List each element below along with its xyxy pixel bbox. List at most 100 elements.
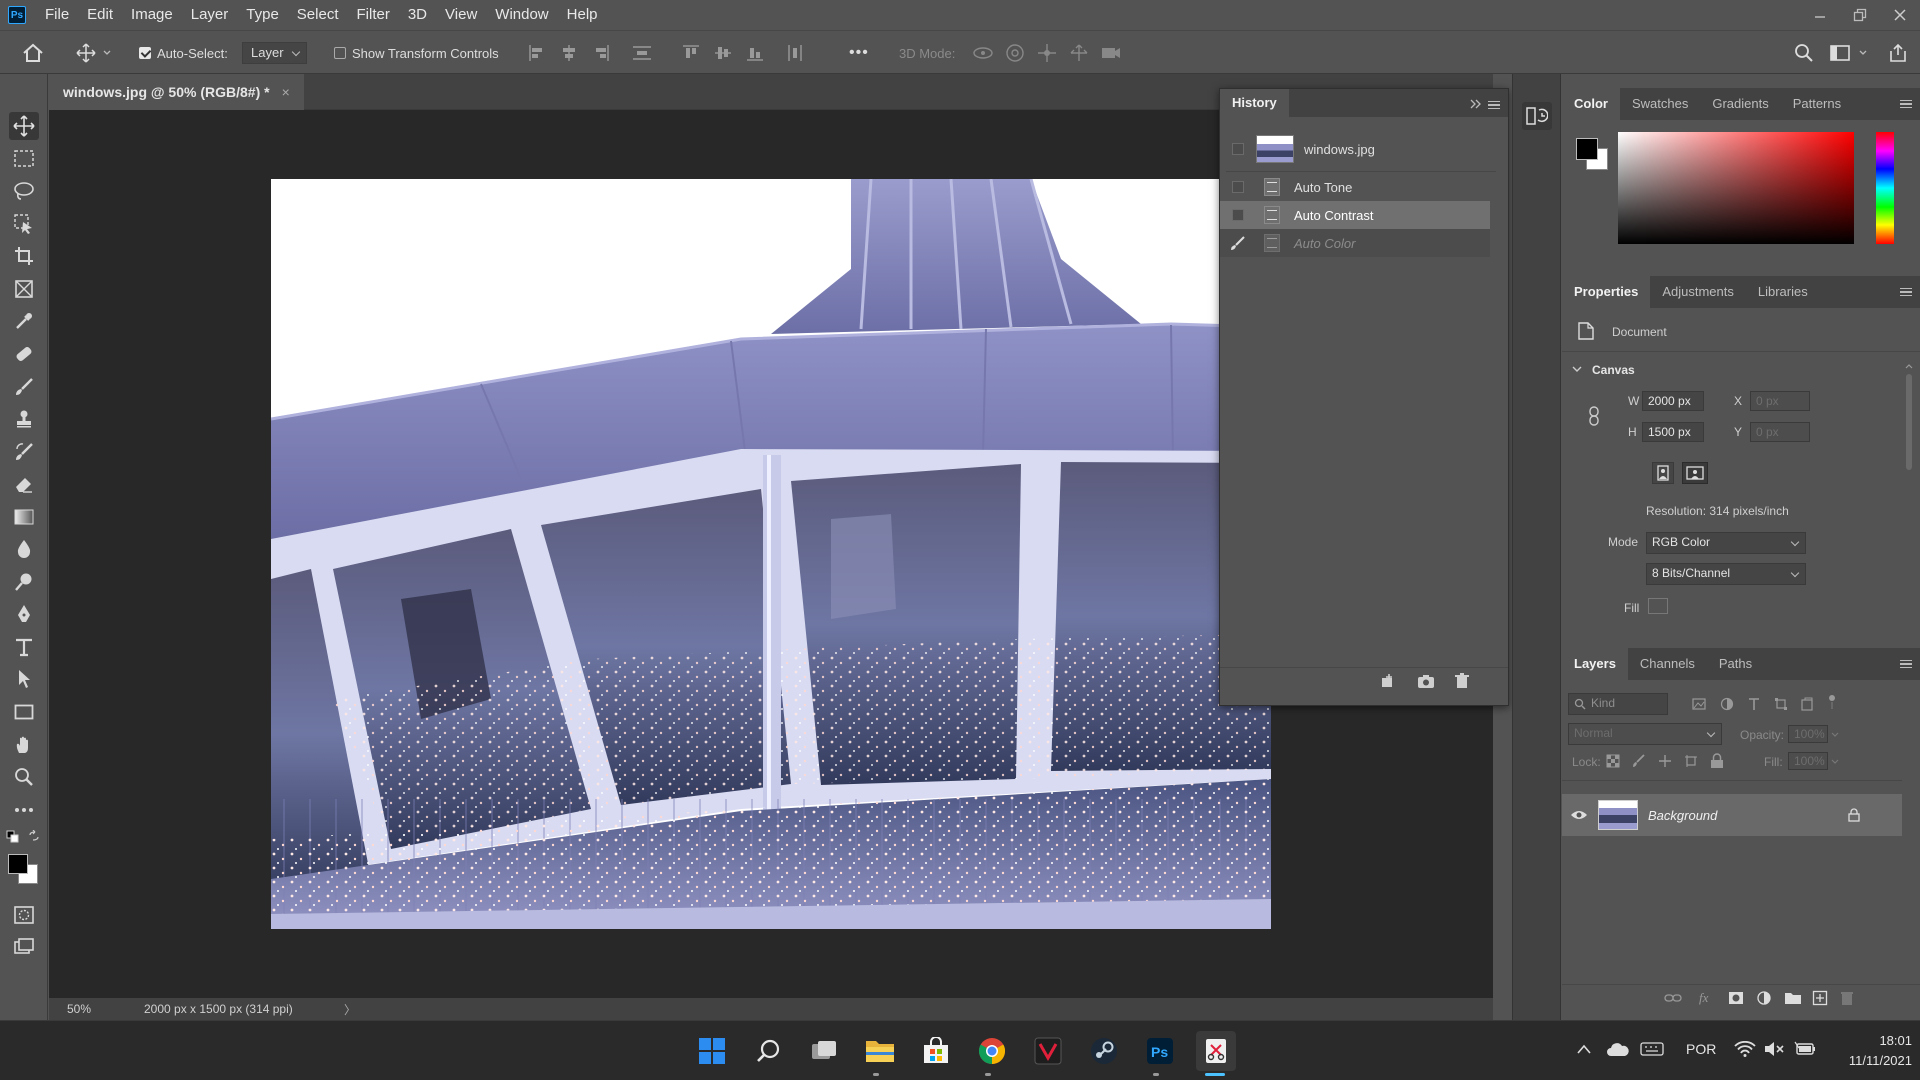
wifi-icon[interactable]: [1734, 1041, 1756, 1057]
workspace-button[interactable]: [1830, 31, 1868, 75]
filter-toggle-icon[interactable]: [1828, 694, 1836, 710]
menu-edit[interactable]: Edit: [78, 0, 122, 30]
color-saturation-field[interactable]: [1618, 132, 1854, 244]
new-group-icon[interactable]: [1784, 990, 1802, 1006]
lock-position-icon[interactable]: [1658, 754, 1672, 768]
panel-menu-icon[interactable]: [1900, 100, 1912, 108]
panel-menu-icon[interactable]: [1488, 101, 1500, 109]
eyedropper-tool[interactable]: [9, 307, 39, 335]
dodge-tool[interactable]: [9, 568, 39, 596]
object-selection-tool[interactable]: [9, 210, 39, 238]
tab-channels[interactable]: Channels: [1628, 648, 1707, 680]
start-button[interactable]: [692, 1031, 732, 1071]
portrait-orientation-button[interactable]: [1652, 462, 1674, 484]
align-center-h-icon[interactable]: [560, 44, 578, 62]
layer-name[interactable]: Background: [1648, 808, 1848, 823]
align-top-icon[interactable]: [682, 44, 700, 62]
landscape-orientation-button[interactable]: [1682, 462, 1708, 484]
clone-stamp-tool[interactable]: [9, 405, 39, 433]
gradient-tool[interactable]: [9, 503, 39, 531]
crop-tool[interactable]: [9, 242, 39, 270]
history-brush-source-checkbox[interactable]: [1232, 209, 1244, 221]
chevron-down-icon[interactable]: [1572, 364, 1582, 374]
quick-mask-button[interactable]: [9, 901, 39, 929]
tab-paths[interactable]: Paths: [1707, 648, 1764, 680]
screen-mode-button[interactable]: [9, 933, 39, 961]
frame-tool[interactable]: [9, 275, 39, 303]
minimize-button[interactable]: [1800, 0, 1840, 30]
marquee-tool[interactable]: [9, 145, 39, 173]
menu-image[interactable]: Image: [122, 0, 182, 30]
menu-type[interactable]: Type: [237, 0, 288, 30]
history-state-selected[interactable]: Auto Contrast: [1220, 201, 1490, 229]
add-mask-icon[interactable]: [1728, 990, 1744, 1006]
clock-time[interactable]: 18:01: [1836, 1033, 1912, 1048]
menu-filter[interactable]: Filter: [348, 0, 399, 30]
foreground-color-swatch[interactable]: [8, 854, 28, 874]
fx-icon[interactable]: fx: [1698, 990, 1714, 1006]
swap-colors-icon[interactable]: [28, 830, 40, 842]
trash-icon[interactable]: [1454, 673, 1470, 689]
tab-swatches[interactable]: Swatches: [1620, 88, 1700, 120]
canvas-image[interactable]: [271, 179, 1271, 929]
adjustment-layer-icon[interactable]: [1756, 990, 1772, 1006]
close-tab-button[interactable]: ×: [282, 84, 290, 100]
eraser-tool[interactable]: [9, 470, 39, 498]
healing-brush-tool[interactable]: [9, 340, 39, 368]
edit-toolbar-button[interactable]: [9, 796, 39, 824]
zoom-tool[interactable]: [9, 763, 39, 791]
lock-image-icon[interactable]: [1632, 754, 1646, 768]
link-layers-icon[interactable]: [1664, 992, 1682, 1004]
history-state-undone[interactable]: Auto Color: [1220, 229, 1490, 257]
menu-help[interactable]: Help: [558, 0, 607, 30]
taskbar-steam[interactable]: [1084, 1031, 1124, 1071]
brush-tool[interactable]: [9, 373, 39, 401]
zoom-level[interactable]: 50%: [67, 1002, 127, 1016]
default-colors-icon[interactable]: [6, 830, 20, 844]
align-right-icon[interactable]: [592, 44, 610, 62]
panel-menu-icon[interactable]: [1900, 288, 1912, 296]
collapse-icon[interactable]: [1470, 99, 1482, 109]
pen-tool[interactable]: [9, 600, 39, 628]
tab-layers[interactable]: Layers: [1562, 648, 1628, 680]
document-tab[interactable]: windows.jpg @ 50% (RGB/8#) * ×: [49, 74, 304, 110]
distribute-v-icon[interactable]: [786, 44, 804, 62]
tab-libraries[interactable]: Libraries: [1746, 276, 1820, 308]
share-button[interactable]: [1888, 31, 1908, 75]
history-dock-button[interactable]: [1522, 102, 1552, 130]
new-layer-icon[interactable]: [1812, 990, 1828, 1006]
3d-pan-icon[interactable]: [1036, 43, 1058, 63]
3d-camera-icon[interactable]: [1100, 43, 1122, 63]
align-bottom-icon[interactable]: [746, 44, 764, 62]
menu-file[interactable]: File: [36, 0, 78, 30]
align-middle-v-icon[interactable]: [714, 44, 732, 62]
canvas-section-title[interactable]: Canvas: [1592, 363, 1635, 377]
taskbar-microsoft-store[interactable]: [916, 1031, 956, 1071]
menu-view[interactable]: View: [436, 0, 486, 30]
menu-layer[interactable]: Layer: [182, 0, 238, 30]
battery-icon[interactable]: [1794, 1040, 1816, 1058]
taskbar-search-button[interactable]: [748, 1031, 788, 1071]
filter-pixel-icon[interactable]: [1692, 698, 1706, 710]
move-tool[interactable]: [9, 112, 39, 140]
language-indicator[interactable]: POR: [1686, 1041, 1716, 1057]
canvas-height-field[interactable]: 1500 px: [1642, 422, 1704, 442]
tab-properties[interactable]: Properties: [1562, 276, 1651, 308]
history-brush-source-icon[interactable]: [1230, 235, 1246, 251]
shape-tool[interactable]: [9, 698, 39, 726]
taskbar-file-explorer[interactable]: [860, 1031, 900, 1071]
menu-3d[interactable]: 3D: [399, 0, 436, 30]
align-left-icon[interactable]: [528, 44, 546, 62]
lock-icon[interactable]: [1848, 808, 1860, 822]
scroll-thumb[interactable]: [1906, 374, 1912, 470]
filter-shape-icon[interactable]: [1774, 697, 1788, 711]
lasso-tool[interactable]: [9, 177, 39, 205]
path-selection-tool[interactable]: [9, 665, 39, 693]
status-expand-button[interactable]: 〉: [344, 1001, 356, 1018]
link-icon[interactable]: [1588, 406, 1600, 426]
history-snapshot[interactable]: windows.jpg: [1220, 131, 1490, 167]
tab-color[interactable]: Color: [1562, 88, 1620, 120]
restore-button[interactable]: [1840, 0, 1880, 30]
panel-menu-icon[interactable]: [1900, 660, 1912, 668]
filter-smart-object-icon[interactable]: [1800, 697, 1814, 711]
